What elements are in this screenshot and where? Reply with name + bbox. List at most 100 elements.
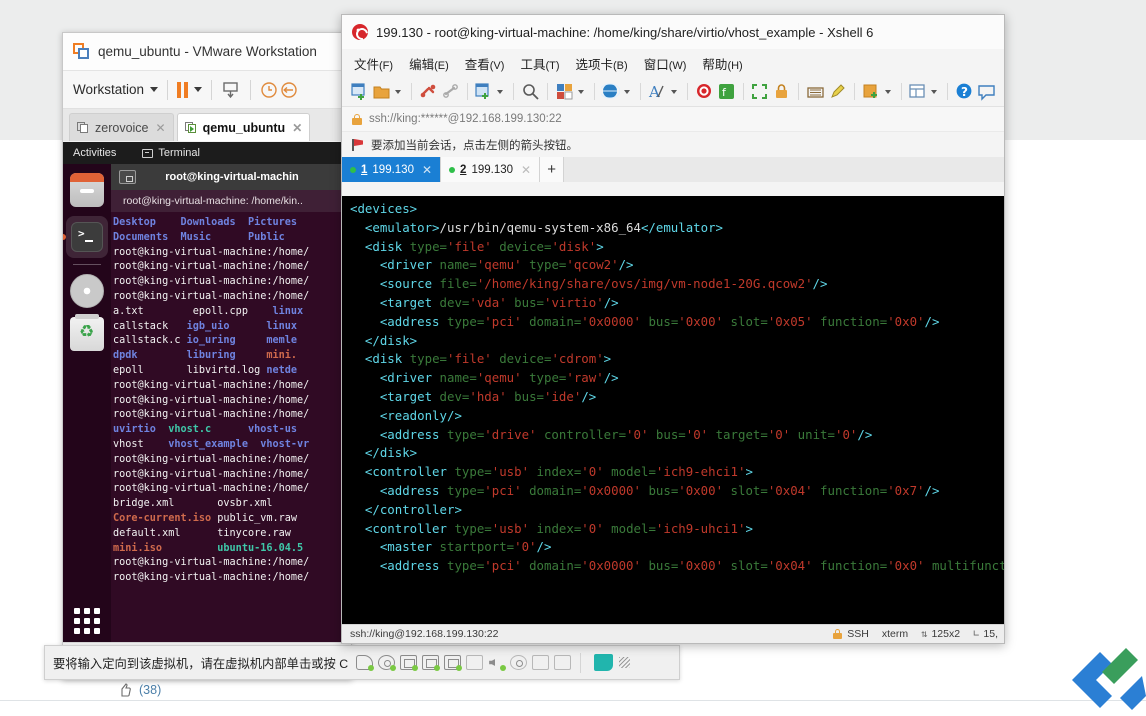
close-icon[interactable]: ✕ bbox=[422, 163, 432, 177]
cd-icon[interactable] bbox=[70, 274, 104, 308]
revert-snapshot-icon[interactable] bbox=[280, 81, 300, 99]
network-adapter-1-icon[interactable] bbox=[400, 655, 419, 671]
lock-icon[interactable] bbox=[772, 82, 791, 101]
vmware-workstation-window[interactable]: qemu_ubuntu - VMware Workstation Worksta… bbox=[62, 32, 352, 680]
transfer-dropdown-icon[interactable] bbox=[497, 89, 504, 94]
network-adapter-3-icon[interactable] bbox=[444, 655, 463, 671]
menu-view[interactable]: 查看(V) bbox=[465, 54, 505, 73]
close-icon[interactable]: ✕ bbox=[156, 121, 166, 135]
menu-tools[interactable]: 工具(T) bbox=[520, 54, 559, 73]
chevron-down-icon[interactable] bbox=[150, 87, 159, 92]
xshell-window[interactable]: 199.130 - root@king-virtual-machine: /ho… bbox=[341, 14, 1005, 644]
pause-icon[interactable] bbox=[177, 81, 189, 98]
font-dropdown-icon[interactable] bbox=[671, 89, 678, 94]
menu-file[interactable]: 文件(F) bbox=[354, 54, 393, 73]
xshell-menu-bar[interactable]: 文件(F) 编辑(E) 查看(V) 工具(T) 选项卡(B) 窗口(W) 帮助(… bbox=[342, 49, 1004, 77]
terminal-token: Pictures bbox=[247, 217, 298, 228]
workstation-menu-button[interactable]: Workstation bbox=[73, 82, 144, 97]
xshell-icon[interactable] bbox=[695, 82, 714, 101]
help-icon[interactable]: ? bbox=[955, 82, 974, 101]
xshell-tab-bar[interactable]: 1 199.130 ✕ 2 199.130 ✕ + bbox=[342, 157, 1004, 182]
vmware-tab-qemu-ubuntu[interactable]: qemu_ubuntu ✕ bbox=[176, 113, 311, 141]
like-counter[interactable]: (38) bbox=[118, 683, 161, 697]
take-snapshot-icon[interactable] bbox=[260, 81, 280, 99]
printer-icon[interactable] bbox=[466, 655, 484, 670]
vmware-tab-bar[interactable]: zerovoice ✕ qemu_ubuntu ✕ bbox=[63, 109, 351, 141]
find-icon[interactable] bbox=[521, 82, 540, 101]
highlight-icon[interactable] bbox=[828, 82, 847, 101]
close-icon[interactable]: ✕ bbox=[292, 121, 302, 135]
terminal-line: </disk> bbox=[350, 444, 1004, 463]
activities-button[interactable]: Activities bbox=[73, 147, 116, 159]
minimize-icon[interactable] bbox=[119, 170, 136, 184]
terminal-dock-item[interactable] bbox=[63, 216, 108, 258]
new-file-transfer-icon[interactable] bbox=[474, 82, 493, 101]
network-adapter-2-icon[interactable] bbox=[422, 655, 441, 671]
vmware-device-icons[interactable] bbox=[356, 655, 572, 671]
font-icon[interactable]: A bbox=[648, 82, 667, 101]
pause-dropdown-chevron-down-icon[interactable] bbox=[194, 87, 203, 92]
guest-terminal-window[interactable]: root@king-virtual-machin root@king-virtu… bbox=[111, 164, 351, 644]
menu-help[interactable]: 帮助(H) bbox=[702, 54, 742, 73]
guest-terminal-tab[interactable]: root@king-virtual-machine: /home/kin.. bbox=[111, 190, 351, 212]
settings-icon[interactable] bbox=[554, 655, 572, 670]
vmware-tab-zerovoice[interactable]: zerovoice ✕ bbox=[69, 113, 174, 141]
globe-icon[interactable] bbox=[599, 82, 621, 101]
open-session-icon[interactable] bbox=[372, 82, 391, 101]
terminal-line: root@king-virtual-machine:/home/ bbox=[113, 453, 351, 468]
menu-window[interactable]: 窗口(W) bbox=[644, 54, 687, 73]
xshell-address-text[interactable]: ssh://king:******@192.168.199.130:22 bbox=[369, 113, 562, 125]
terminal-token: callstack bbox=[113, 320, 169, 332]
cd-drive-icon[interactable] bbox=[378, 655, 397, 671]
add-tab-icon[interactable]: + bbox=[540, 157, 565, 182]
arrange-dropdown-icon[interactable] bbox=[931, 89, 938, 94]
xshell-tab-2[interactable]: 2 199.130 ✕ bbox=[441, 157, 541, 182]
hard-disk-icon[interactable] bbox=[356, 655, 375, 671]
sound-card-icon[interactable] bbox=[488, 655, 507, 671]
menu-tabs[interactable]: 选项卡(B) bbox=[576, 54, 628, 73]
vm-guest-screen[interactable]: Activities Terminal root@king-virtual-ma… bbox=[63, 142, 351, 644]
snapshot-icon[interactable] bbox=[221, 81, 241, 99]
xml-token: '0x0' bbox=[887, 558, 925, 574]
menu-edit[interactable]: 编辑(E) bbox=[409, 54, 449, 73]
globe-dropdown-icon[interactable] bbox=[624, 89, 631, 94]
gnome-dock[interactable] bbox=[63, 164, 111, 644]
show-apps-icon[interactable] bbox=[74, 608, 100, 634]
terminal-token: ubuntu-16.04.5 bbox=[217, 542, 304, 554]
sticky-note-icon[interactable] bbox=[594, 654, 614, 671]
files-icon[interactable] bbox=[70, 173, 104, 207]
resize-grip-icon[interactable] bbox=[619, 657, 631, 668]
trash-icon[interactable] bbox=[70, 314, 104, 351]
xshell-address-bar[interactable]: ssh://king:******@192.168.199.130:22 bbox=[342, 107, 1004, 132]
toolbar-divider bbox=[798, 83, 800, 100]
terminal-token: default.xml bbox=[113, 527, 181, 539]
vmware-status-bar[interactable]: 要将输入定向到该虚拟机，请在虚拟机内部单击或按 C bbox=[44, 645, 680, 680]
layout-icon[interactable] bbox=[555, 82, 574, 101]
arrange-icon[interactable] bbox=[908, 82, 927, 101]
xftp-icon[interactable]: f bbox=[717, 82, 736, 101]
keypad-icon[interactable] bbox=[806, 82, 825, 101]
open-dropdown-icon[interactable] bbox=[395, 89, 401, 94]
gnome-app-menu[interactable]: Terminal bbox=[142, 147, 200, 159]
menu-window-label: 窗口 bbox=[643, 57, 669, 72]
xshell-toolbar[interactable]: A f ? bbox=[342, 77, 1004, 107]
xshell-tab-1[interactable]: 1 199.130 ✕ bbox=[342, 157, 442, 182]
close-icon[interactable]: ✕ bbox=[521, 163, 531, 177]
fullscreen-icon[interactable] bbox=[750, 82, 769, 101]
terminal-line: root@king-virtual-machine:/home/ bbox=[113, 290, 351, 305]
layout-dropdown-icon[interactable] bbox=[577, 89, 584, 94]
usb-icon[interactable] bbox=[510, 655, 528, 670]
gnome-top-bar[interactable]: Activities Terminal bbox=[63, 142, 351, 164]
thumbs-up-icon[interactable] bbox=[118, 683, 132, 697]
favorites-dropdown-icon[interactable] bbox=[884, 89, 891, 94]
new-session-icon[interactable] bbox=[350, 82, 369, 101]
toolbar-divider bbox=[411, 83, 412, 100]
disconnect-icon[interactable] bbox=[419, 82, 438, 101]
feedback-icon[interactable] bbox=[977, 82, 996, 101]
display-icon[interactable] bbox=[532, 655, 550, 670]
xshell-terminal[interactable]: <devices> <emulator>/usr/bin/qemu-system… bbox=[342, 196, 1004, 626]
add-to-favorites-icon[interactable] bbox=[862, 82, 881, 101]
xml-token: type= bbox=[409, 351, 447, 367]
vmware-toolbar[interactable]: Workstation bbox=[63, 71, 351, 109]
reconnect-icon[interactable] bbox=[441, 82, 460, 101]
